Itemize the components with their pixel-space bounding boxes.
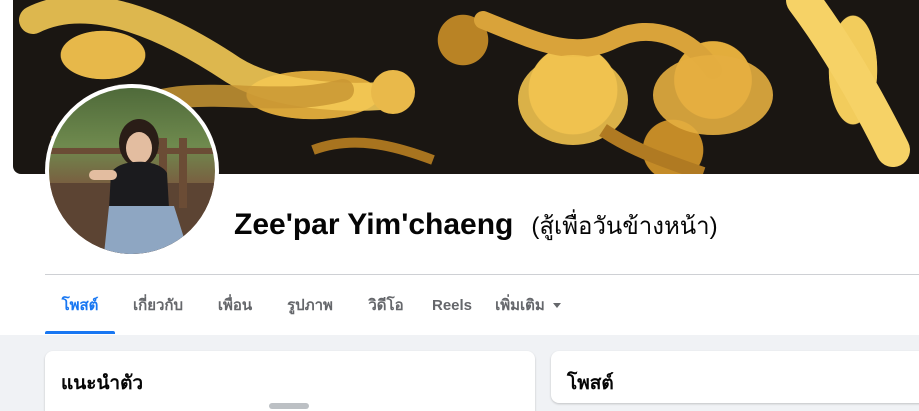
profile-header: Zee'par Yim'chaeng (สู้เพื่อวันข้างหน้า)	[234, 206, 718, 246]
profile-alternate-name: (สู้เพื่อวันข้างหน้า)	[531, 213, 718, 240]
intro-card-title: แนะนำตัว	[61, 373, 144, 394]
tab-photos[interactable]: รูปภาพ	[269, 276, 351, 334]
tab-label: โพสต์	[61, 297, 99, 314]
tab-friends[interactable]: เพื่อน	[201, 276, 269, 334]
posts-card: โพสต์	[551, 351, 919, 403]
caret-down-icon	[552, 302, 561, 308]
profile-avatar[interactable]	[45, 84, 219, 258]
tab-reels[interactable]: Reels	[421, 276, 483, 334]
tab-label: รูปภาพ	[287, 297, 333, 314]
tab-more[interactable]: เพิ่มเติม	[483, 276, 573, 334]
tab-label: เกี่ยวกับ	[132, 297, 184, 314]
tab-label: Reels	[431, 296, 473, 314]
intro-content-peek	[269, 403, 309, 409]
tab-about[interactable]: เกี่ยวกับ	[115, 276, 201, 334]
tab-label: เพื่อน	[217, 297, 253, 314]
tab-posts[interactable]: โพสต์	[45, 276, 115, 334]
tab-label: วิดีโอ	[368, 297, 404, 314]
avatar-photo	[49, 88, 215, 254]
profile-tabs: โพสต์ เกี่ยวกับ เพื่อน รูปภาพ วิดีโอ Ree…	[45, 276, 573, 334]
tab-videos[interactable]: วิดีโอ	[351, 276, 421, 334]
posts-card-title: โพสต์	[567, 373, 614, 394]
profile-page: Zee'par Yim'chaeng (สู้เพื่อวันข้างหน้า)…	[0, 0, 919, 411]
profile-name: Zee'par Yim'chaeng	[234, 208, 514, 241]
intro-card: แนะนำตัว	[45, 351, 535, 411]
header-divider	[45, 274, 919, 275]
tab-label: เพิ่มเติม	[495, 297, 545, 314]
